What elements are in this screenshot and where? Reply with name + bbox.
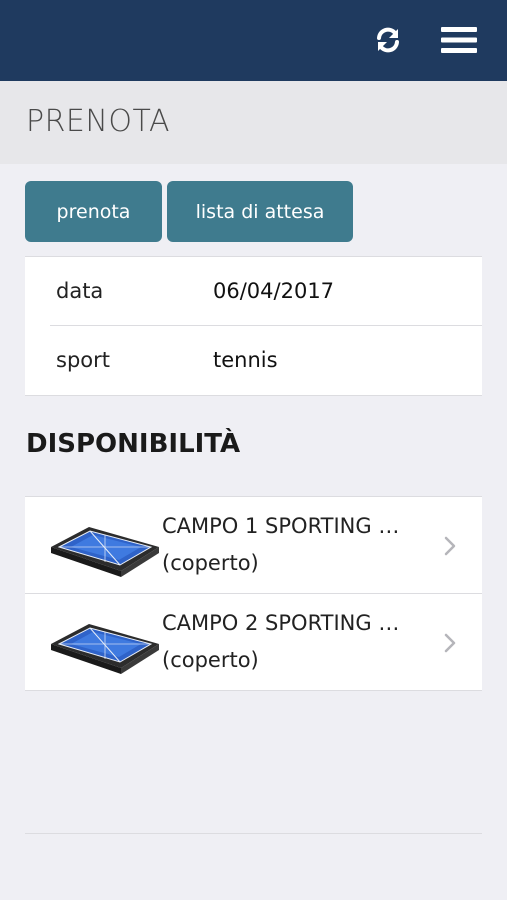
sport-value[interactable]: tennis [213,348,278,372]
refresh-button[interactable] [366,20,410,60]
tennis-court-icon [51,527,159,577]
sport-label: sport [56,348,110,372]
waiting-list-button[interactable]: lista di attesa [167,181,353,242]
top-app-bar [0,0,507,81]
court-detail: (coperto) [162,648,259,672]
chevron-right-icon [444,536,456,556]
date-row[interactable]: data 06/04/2017 [25,257,482,325]
prenota-button[interactable]: prenota [25,181,162,242]
court-detail: (coperto) [162,551,259,575]
sport-row[interactable]: sport tennis [25,326,482,394]
court-item-1[interactable]: CAMPO 1 SPORTING … (coperto) [25,497,482,593]
chevron-right-icon [444,633,456,653]
page-title: PRENOTA [26,104,170,139]
court-item-2[interactable]: CAMPO 2 SPORTING … (coperto) [25,594,482,690]
refresh-icon [377,27,399,53]
court-list: CAMPO 1 SPORTING … (coperto) CAMPO 2 SPO… [25,496,482,691]
date-value[interactable]: 06/04/2017 [213,279,334,303]
availability-title: DISPONIBILITÀ [26,429,241,459]
date-label: data [56,279,104,303]
menu-button[interactable] [437,20,481,60]
bottom-divider [25,833,482,834]
court-name: CAMPO 2 SPORTING … [162,611,400,635]
hamburger-menu-icon [441,27,477,53]
tennis-court-icon [51,624,159,674]
booking-form: data 06/04/2017 sport tennis [25,256,482,396]
court-name: CAMPO 1 SPORTING … [162,514,400,538]
